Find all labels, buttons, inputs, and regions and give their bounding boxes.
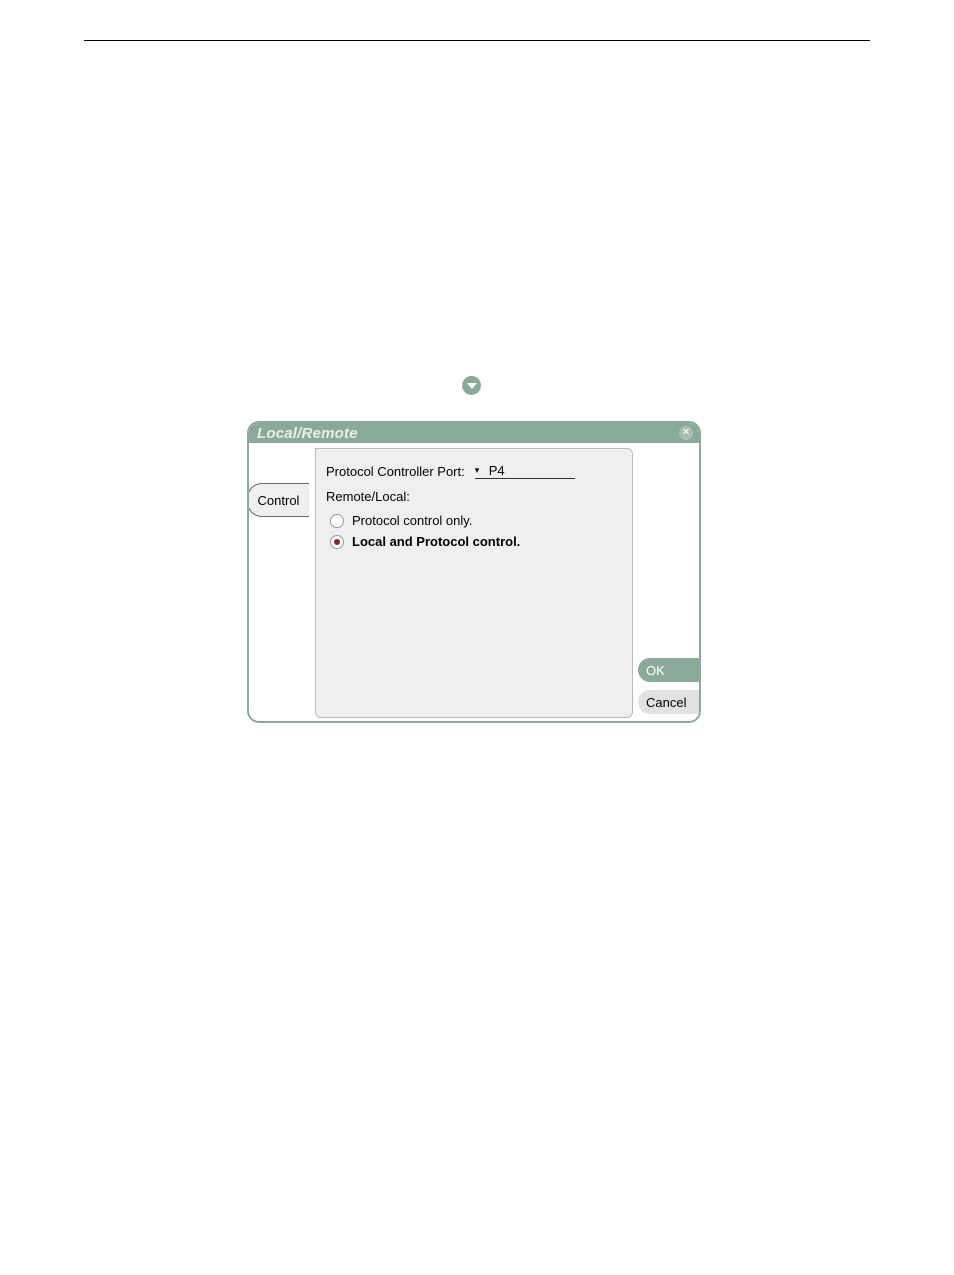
cancel-label: Cancel xyxy=(646,695,686,710)
page-rule xyxy=(84,40,870,41)
chevron-down-icon: ▾ xyxy=(475,465,485,476)
port-select[interactable]: ▾ P4 xyxy=(475,463,575,479)
local-remote-dialog: Local/Remote ✕ Control Protocol Controll… xyxy=(247,421,701,723)
ok-label: OK xyxy=(646,663,665,678)
dialog-titlebar: Local/Remote ✕ xyxy=(249,423,699,443)
dialog-title: Local/Remote xyxy=(257,425,358,442)
control-panel: Protocol Controller Port: ▾ P4 Remote/Lo… xyxy=(315,448,633,718)
ok-button[interactable]: OK xyxy=(638,658,700,682)
radio-label: Local and Protocol control. xyxy=(352,534,520,549)
dialog-body: Control Protocol Controller Port: ▾ P4 R… xyxy=(249,443,699,721)
tab-control[interactable]: Control xyxy=(247,483,309,517)
port-row: Protocol Controller Port: ▾ P4 xyxy=(326,463,622,479)
radio-label: Protocol control only. xyxy=(352,513,472,528)
port-label: Protocol Controller Port: xyxy=(326,464,465,479)
radio-protocol-only[interactable]: Protocol control only. xyxy=(326,510,622,531)
dropdown-icon xyxy=(462,376,481,395)
cancel-button[interactable]: Cancel xyxy=(638,690,700,714)
remote-local-label: Remote/Local: xyxy=(326,489,622,504)
radio-icon xyxy=(330,514,344,528)
close-icon[interactable]: ✕ xyxy=(679,426,693,440)
port-value: P4 xyxy=(489,463,505,478)
radio-local-and-protocol[interactable]: Local and Protocol control. xyxy=(326,531,622,552)
triangle-down-icon xyxy=(467,383,477,389)
radio-icon xyxy=(330,535,344,549)
tab-label: Control xyxy=(258,493,300,508)
